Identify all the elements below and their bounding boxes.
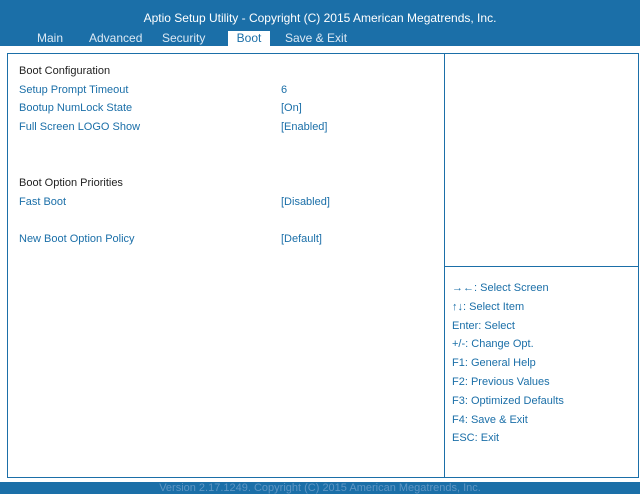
help-change-opt: +/-: Change Opt. [452,338,534,351]
tab-boot[interactable]: Boot [228,31,270,46]
app-title: Aptio Setup Utility - Copyright (C) 2015… [143,11,497,25]
tab-main[interactable]: Main [37,31,63,46]
version-footer: Version 2.17.1249. Copyright (C) 2015 Am… [0,482,640,494]
full-screen-logo-show-value[interactable]: [Enabled] [281,120,327,134]
help-general-help: F1: General Help [452,357,536,370]
setup-prompt-timeout-label[interactable]: Setup Prompt Timeout [19,83,128,97]
new-boot-option-policy-value[interactable]: [Default] [281,232,322,246]
boot-configuration-heading: Boot Configuration [19,65,111,77]
help-optimized-defaults: F3: Optimized Defaults [452,394,564,407]
help-divider [444,266,639,267]
help-select-item: ↑↓: Select Item [452,300,525,313]
key-help-panel: →←: Select Screen ↑↓: Select Item Enter:… [452,279,564,448]
new-boot-option-policy-label[interactable]: New Boot Option Policy [19,232,135,246]
tab-advanced[interactable]: Advanced [89,31,142,46]
version-text: Version 2.17.1249. Copyright (C) 2015 Am… [159,482,481,494]
help-esc-exit: ESC: Exit [452,432,500,445]
full-screen-logo-show-label[interactable]: Full Screen LOGO Show [19,120,140,134]
boot-option-priorities-heading: Boot Option Priorities [19,177,123,189]
fast-boot-value[interactable]: [Disabled] [281,195,330,209]
help-select-screen: →←: Select Screen [452,282,549,294]
bootup-numlock-state-value[interactable]: [On] [281,101,302,115]
tab-save-exit[interactable]: Save & Exit [285,31,347,46]
title-bar: Aptio Setup Utility - Copyright (C) 2015… [0,0,640,46]
help-enter-select: Enter: Select [452,319,515,332]
tab-bar: Main Advanced Security Boot Save & Exit [0,31,640,46]
bootup-numlock-state-label[interactable]: Bootup NumLock State [19,101,132,115]
help-previous-values: F2: Previous Values [452,375,550,388]
help-save-exit: F4: Save & Exit [452,413,528,426]
tab-security[interactable]: Security [162,31,205,46]
fast-boot-label[interactable]: Fast Boot [19,195,66,209]
setup-prompt-timeout-value[interactable]: 6 [281,83,287,97]
